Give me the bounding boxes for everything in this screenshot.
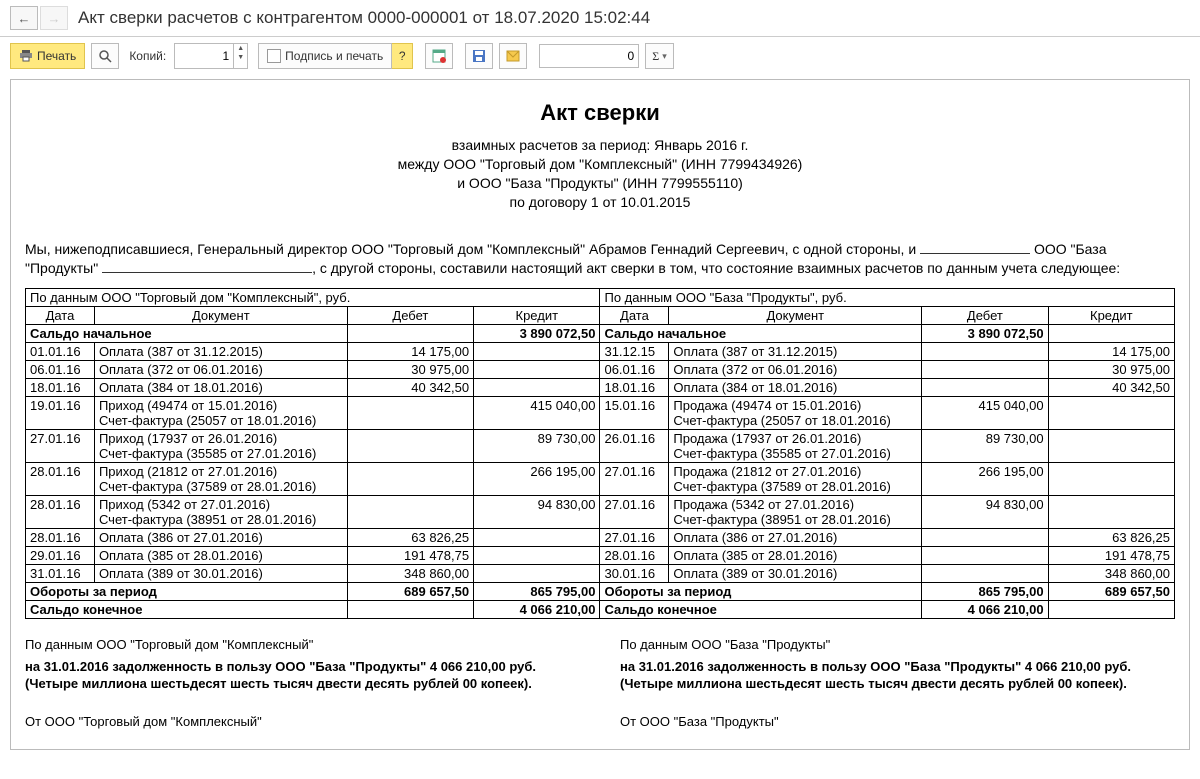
sum-menu-button[interactable]: Σ ▾ <box>645 43 674 69</box>
forward-button[interactable]: → <box>40 6 68 30</box>
footer-summary: По данным ООО "Торговый дом "Комплексный… <box>25 637 1175 692</box>
email-button[interactable] <box>499 43 527 69</box>
table-row: 06.01.16Оплата (372 от 06.01.2016)30 975… <box>26 361 1175 379</box>
table-row: 28.01.16Оплата (386 от 27.01.2016)63 826… <box>26 529 1175 547</box>
sheet-options-button[interactable] <box>425 43 453 69</box>
copies-up[interactable]: ▲ <box>234 44 247 53</box>
printer-icon <box>19 50 33 62</box>
copies-label: Копий: <box>129 49 166 63</box>
help-button[interactable]: ? <box>392 43 413 69</box>
table-row: 01.01.16Оплата (387 от 31.12.2015)14 175… <box>26 343 1175 361</box>
sum-field[interactable] <box>539 44 639 68</box>
doc-subtitle: взаимных расчетов за период: Январь 2016… <box>25 136 1175 212</box>
sign-checkbox[interactable] <box>267 49 281 63</box>
doc-title: Акт сверки <box>25 100 1175 126</box>
table-row: 31.01.16Оплата (389 от 30.01.2016)348 86… <box>26 565 1175 583</box>
window-title: Акт сверки расчетов с контрагентом 0000-… <box>78 8 650 28</box>
table-row: 19.01.16Приход (49474 от 15.01.2016)Счет… <box>26 397 1175 430</box>
sign-and-print-button[interactable]: Подпись и печать <box>258 43 392 69</box>
table-row: 18.01.16Оплата (384 от 18.01.2016)40 342… <box>26 379 1175 397</box>
preamble: Мы, нижеподписавшиеся, Генеральный дирек… <box>25 240 1175 278</box>
copies-down[interactable]: ▼ <box>234 53 247 62</box>
table-row: 27.01.16Приход (17937 от 26.01.2016)Счет… <box>26 430 1175 463</box>
preview-button[interactable] <box>91 43 119 69</box>
chevron-down-icon: ▾ <box>662 51 667 62</box>
magnifier-icon <box>98 49 112 63</box>
table-row: 28.01.16Приход (21812 от 27.01.2016)Счет… <box>26 463 1175 496</box>
envelope-icon <box>506 50 520 62</box>
document-body: Акт сверки взаимных расчетов за период: … <box>10 79 1190 750</box>
back-button[interactable]: ← <box>10 6 38 30</box>
sheet-icon <box>432 49 446 63</box>
print-button[interactable]: Печать <box>10 43 85 69</box>
sigma-icon: Σ <box>652 49 659 64</box>
save-button[interactable] <box>465 43 493 69</box>
table-row: 28.01.16Приход (5342 от 27.01.2016)Счет-… <box>26 496 1175 529</box>
signature-row: От ООО "Торговый дом "Комплексный" От ОО… <box>25 714 1175 729</box>
table-row: 29.01.16Оплата (385 от 28.01.2016)191 47… <box>26 547 1175 565</box>
act-table: По данным ООО "Торговый дом "Комплексный… <box>25 288 1175 619</box>
floppy-icon <box>472 49 486 63</box>
copies-input[interactable] <box>175 44 233 68</box>
copies-field[interactable]: ▲ ▼ <box>174 43 248 69</box>
